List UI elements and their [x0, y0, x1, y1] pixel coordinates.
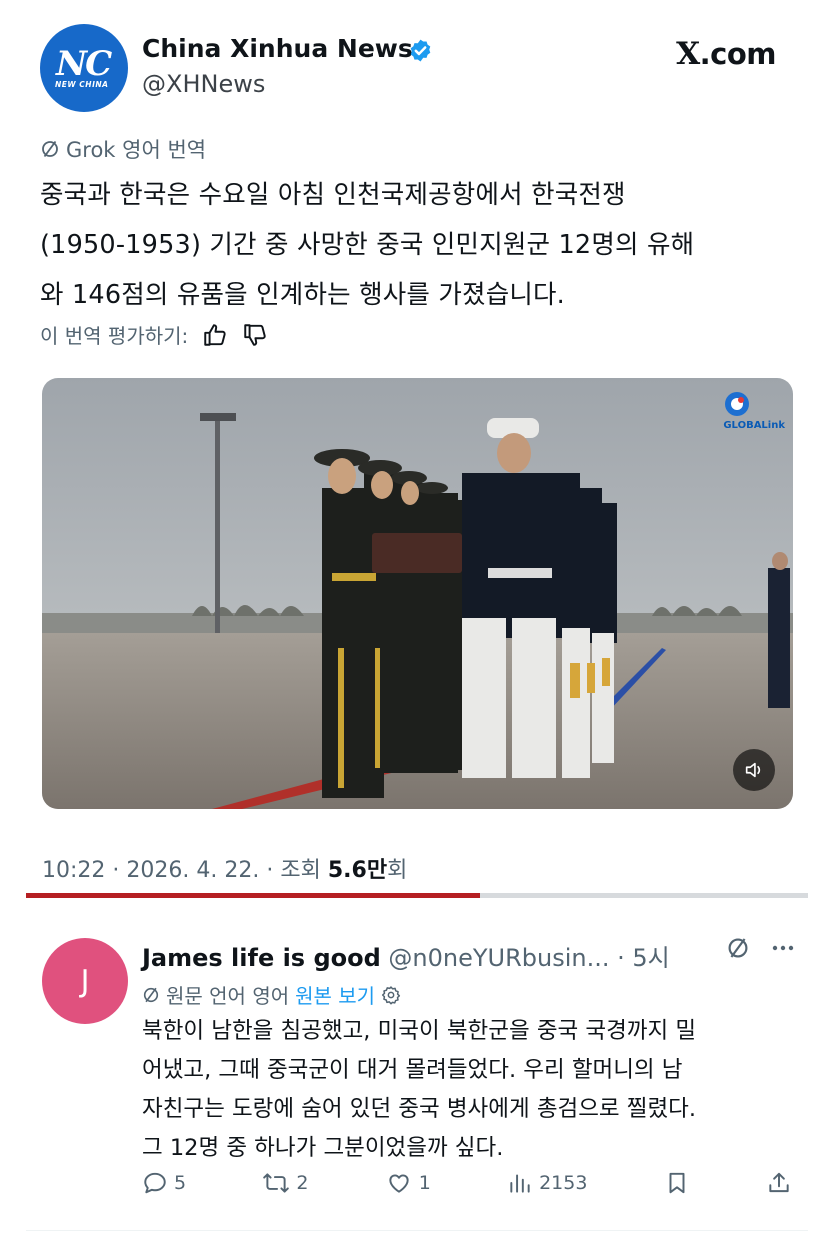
reply-age: · 5시	[617, 944, 670, 972]
bar-chart-icon	[510, 1174, 530, 1193]
views-button[interactable]: 2153	[507, 1170, 587, 1196]
heart-icon	[389, 1174, 409, 1193]
views-count: 5.6만	[327, 858, 388, 883]
reply-text-line: 자친구는 도랑에 숨어 있던 중국 병사에게 총검으로 찔렸다.	[142, 1096, 697, 1122]
reply-text-line: 북한이 남한을 침공했고, 미국이 북한군을 중국 국경까지 밀	[142, 1018, 697, 1044]
view-original-link[interactable]: 원본 보기	[295, 980, 375, 1009]
reply-count: 5	[174, 1172, 187, 1194]
post-meta: 10:22 · 2026. 4. 22. · 조회 5.6만회	[42, 858, 408, 883]
reply-translation-line: 원문 언어 영어 원본 보기	[142, 980, 401, 1009]
post-time: 10:22	[42, 858, 106, 883]
divider	[26, 1230, 808, 1231]
reply-header: James life is good @n0neYURbusin... · 5시	[142, 938, 797, 973]
watermark-text: GLOBALink	[723, 420, 785, 431]
globallink-watermark: GLOBALink	[723, 390, 785, 431]
bookmark-icon	[669, 1172, 685, 1194]
site-logo: X.com	[676, 36, 776, 72]
views-label: 조회	[280, 858, 321, 883]
post-header: NC NEW CHINA China Xinhua News @XHNews X…	[40, 24, 800, 114]
verified-badge-icon	[410, 39, 431, 62]
globe-icon	[725, 392, 750, 416]
comment-icon	[144, 1172, 166, 1194]
share-button[interactable]	[766, 1170, 792, 1196]
more-options-icon[interactable]	[770, 936, 796, 960]
translate-icon	[143, 987, 159, 1002]
video-progress-bar[interactable]	[26, 893, 808, 898]
rate-label: 이 번역 평가하기:	[40, 324, 189, 348]
post-text: 중국과 한국은 수요일 아침 인천국제공항에서 한국전쟁 (1950-1953)…	[40, 170, 800, 320]
like-button[interactable]: 1	[385, 1170, 431, 1196]
views-count-reply: 2153	[539, 1172, 588, 1194]
reply-text-line: 어냈고, 그때 중국군이 대거 몰려들었다. 우리 할머니의 남	[142, 1057, 683, 1083]
translate-icon[interactable]	[726, 936, 750, 960]
repost-button[interactable]: 2	[262, 1170, 308, 1196]
like-count: 1	[418, 1172, 431, 1194]
avatar-logo-subtext: NEW CHINA	[55, 80, 109, 89]
settings-gear-icon[interactable]	[381, 985, 401, 1005]
reply-author-handle[interactable]: @n0neYURbusin...	[388, 944, 609, 972]
views-suffix: 회	[387, 858, 408, 883]
reply-actions: 5 2 1 2153	[142, 1170, 792, 1196]
thumbs-up-icon[interactable]	[202, 322, 228, 348]
repost-count: 2	[296, 1172, 309, 1194]
reply-text: 북한이 남한을 침공했고, 미국이 북한군을 중국 국경까지 밀 어냈고, 그때…	[142, 1012, 802, 1168]
reply-header-icons	[726, 936, 796, 960]
post-text-line: (1950-1953) 기간 중 사망한 중국 인민지원군 12명의 유해	[40, 230, 695, 260]
mute-button[interactable]	[733, 749, 775, 791]
bookmark-button[interactable]	[664, 1170, 690, 1196]
post-text-line: 중국과 한국은 수요일 아침 인천국제공항에서 한국전쟁	[40, 180, 626, 210]
repost-icon	[263, 1173, 290, 1193]
author-name[interactable]: China Xinhua News	[142, 34, 413, 63]
translation-label[interactable]: Grok 영어 번역	[40, 134, 206, 164]
reply-button[interactable]: 5	[142, 1170, 186, 1196]
translation-text: Grok 영어 번역	[66, 138, 207, 162]
reply-avatar[interactable]: J	[42, 938, 128, 1024]
avatar-logo-text: NC	[56, 44, 112, 84]
share-icon	[769, 1172, 789, 1193]
author-handle[interactable]: @XHNews	[142, 70, 265, 98]
reply-source-language: 원문 언어 영어	[166, 984, 290, 1008]
rate-translation: 이 번역 평가하기:	[40, 320, 268, 349]
translate-icon	[42, 140, 58, 158]
ceremony-video-frame	[42, 378, 793, 809]
post-date: 2026. 4. 22.	[126, 858, 260, 883]
reply-author-name[interactable]: James life is good	[142, 944, 381, 972]
author-avatar[interactable]: NC NEW CHINA	[40, 24, 128, 112]
reply-text-line: 그 12명 중 하나가 그분이었을까 싶다.	[142, 1135, 504, 1161]
speaker-icon	[745, 762, 761, 778]
thumbs-down-icon[interactable]	[242, 322, 268, 348]
post-text-line: 와 146점의 유품을 인계하는 행사를 가졌습니다.	[40, 280, 565, 310]
post-video[interactable]: GLOBALink	[42, 378, 793, 809]
video-progress-fill	[26, 893, 480, 898]
